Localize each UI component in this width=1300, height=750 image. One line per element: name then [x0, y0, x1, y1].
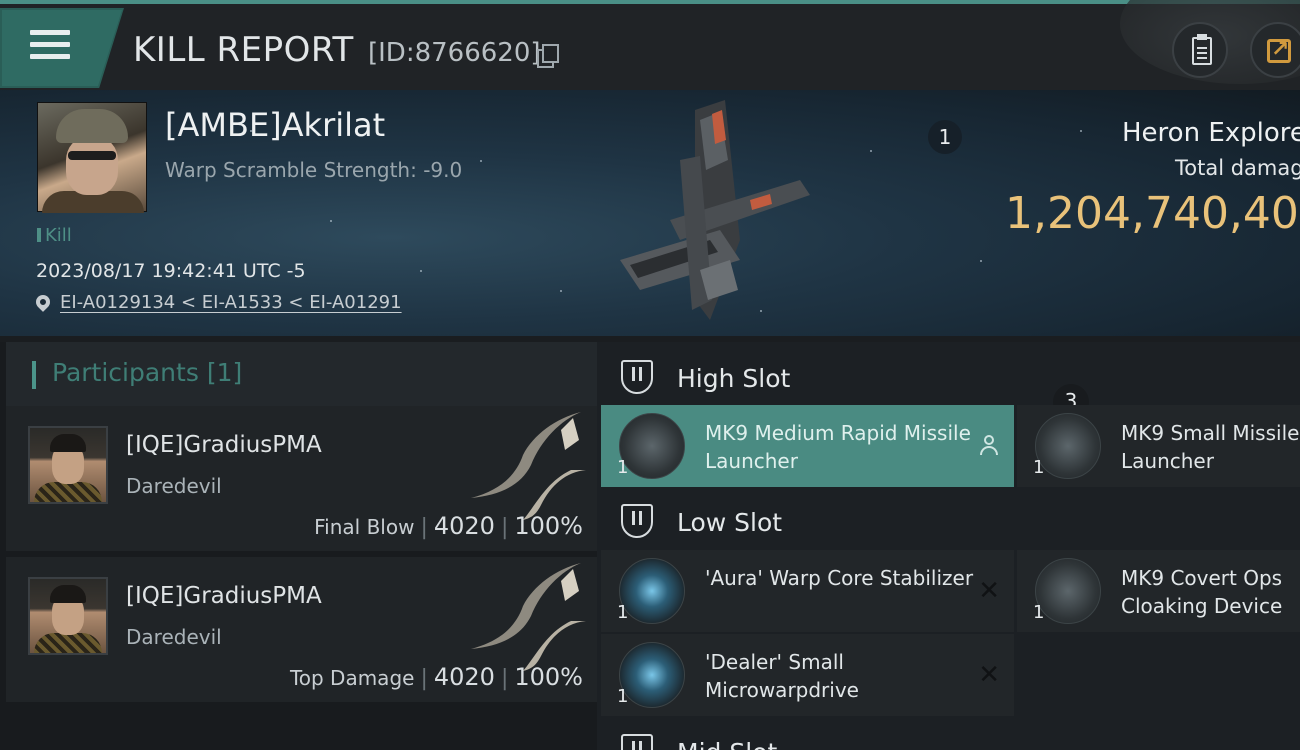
damage-percent: 100% — [514, 512, 583, 540]
module-quantity: 1 — [617, 457, 629, 478]
module-name: 'Dealer' Small Microwarpdrive — [705, 650, 859, 702]
damage-value: 4020 — [433, 663, 495, 691]
clipboard-button[interactable] — [1172, 22, 1228, 78]
module-quantity: 1 — [617, 602, 629, 623]
damage-percent: 100% — [514, 663, 583, 691]
victim-avatar[interactable] — [37, 102, 147, 213]
module-name: 'Aura' Warp Core Stabilizer — [705, 566, 974, 590]
close-icon[interactable]: ✕ — [978, 576, 1000, 606]
low-slot-icon — [621, 504, 653, 538]
kill-datetime: 2023/08/17 19:42:41 UTC -5 — [36, 260, 306, 282]
module-item[interactable]: 1 MK9 Small Missile Launcher — [1017, 405, 1300, 487]
top-damage-label: Top Damage — [289, 666, 415, 690]
person-icon — [980, 435, 998, 455]
total-damage-value: 1,204,740,407 — [1005, 188, 1300, 239]
external-link-icon — [1267, 37, 1291, 63]
heron-ship-image — [620, 100, 810, 320]
participant-row[interactable]: [IQE]GradiusPMA Daredevil Top Damage | 402… — [6, 557, 597, 702]
module-item[interactable]: 1 MK9 Medium Rapid Missile Launcher — [601, 405, 1014, 487]
mid-slot-header: Mid Slot — [597, 720, 1300, 750]
ship-name[interactable]: Heron Explore — [1122, 118, 1300, 148]
high-slot-header: High Slot — [597, 346, 1300, 406]
mid-slot-title: Mid Slot — [677, 738, 777, 750]
final-blow-label: Final Blow — [314, 515, 415, 539]
daredevil-ship-image — [471, 563, 586, 671]
cloaking-device-icon — [1035, 558, 1101, 624]
participants-header: Participants [1] — [6, 342, 597, 406]
total-damage-label: Total damag — [1175, 156, 1300, 180]
participants-panel: Participants [1] [IQE]GradiusPMA Daredev… — [0, 342, 597, 750]
fitting-panel: High Slot 1 MK9 Medium Rapid Missile Lau… — [597, 342, 1300, 750]
participants-title: Participants [1] — [52, 358, 243, 387]
high-slot-icon — [621, 360, 653, 394]
daredevil-ship-image — [471, 412, 586, 520]
kill-location[interactable]: EI-A0129134 < EI-A1533 < EI-A01291 — [33, 292, 402, 313]
missile-launcher-icon — [619, 413, 685, 479]
participant-stats: Top Damage | 4020 | 100% — [289, 663, 583, 691]
participant-row[interactable]: [IQE]GradiusPMA Daredevil Final Blow | 402… — [6, 406, 597, 551]
close-icon[interactable]: ✕ — [978, 660, 1000, 690]
module-item[interactable]: 1 'Aura' Warp Core Stabilizer ✕ — [601, 550, 1014, 632]
menu-icon[interactable] — [30, 30, 70, 60]
module-name: MK9 Small Missile Launcher — [1121, 421, 1300, 473]
kill-tag: Kill — [37, 225, 72, 246]
warp-scramble-strength: Warp Scramble Strength: -9.0 — [165, 158, 463, 182]
module-name: MK9 Covert Ops Cloaking Device — [1121, 566, 1283, 618]
damage-value: 4020 — [433, 512, 495, 540]
victim-name[interactable]: [AMBE]Akrilat — [165, 106, 385, 144]
mid-slot-icon — [621, 734, 653, 750]
pilot-name[interactable]: [IQE]GradiusPMA — [126, 583, 322, 609]
page-title: KILL REPORT — [133, 30, 354, 70]
missile-launcher-icon — [1035, 413, 1101, 479]
module-quantity: 1 — [617, 686, 629, 707]
module-name: MK9 Medium Rapid Missile Launcher — [705, 421, 971, 473]
top-bar: KILL REPORT [ID:8766620] — [0, 0, 1300, 90]
copy-icon[interactable] — [537, 44, 559, 68]
clipboard-icon — [1192, 34, 1212, 65]
low-slot-title: Low Slot — [677, 508, 783, 537]
participant-stats: Final Blow | 4020 | 100% — [314, 512, 583, 540]
report-id: [ID:8766620] — [368, 38, 541, 68]
ship-count-badge: 1 — [928, 120, 962, 154]
module-item[interactable]: 1 MK9 Covert Ops Cloaking Device — [1017, 550, 1300, 632]
pilot-name[interactable]: [IQE]GradiusPMA — [126, 432, 322, 458]
kill-icon — [37, 228, 41, 242]
pilot-avatar[interactable] — [28, 426, 108, 504]
pilot-ship: Daredevil — [126, 625, 222, 649]
warp-core-stabilizer-icon — [619, 558, 685, 624]
victim-banner: [AMBE]Akrilat Warp Scramble Strength: -9… — [0, 90, 1300, 336]
location-pin-icon — [33, 292, 53, 312]
module-quantity: 1 — [1033, 602, 1045, 623]
module-quantity: 1 — [1033, 457, 1045, 478]
pilot-ship: Daredevil — [126, 474, 222, 498]
microwarpdrive-icon — [619, 642, 685, 708]
share-button[interactable] — [1250, 22, 1300, 78]
low-slot-header: Low Slot — [597, 490, 1300, 550]
pilot-avatar[interactable] — [28, 577, 108, 655]
module-item[interactable]: 1 'Dealer' Small Microwarpdrive ✕ — [601, 634, 1014, 716]
high-slot-title: High Slot — [677, 364, 791, 393]
location-link[interactable]: EI-A0129134 < EI-A1533 < EI-A01291 — [60, 292, 402, 313]
